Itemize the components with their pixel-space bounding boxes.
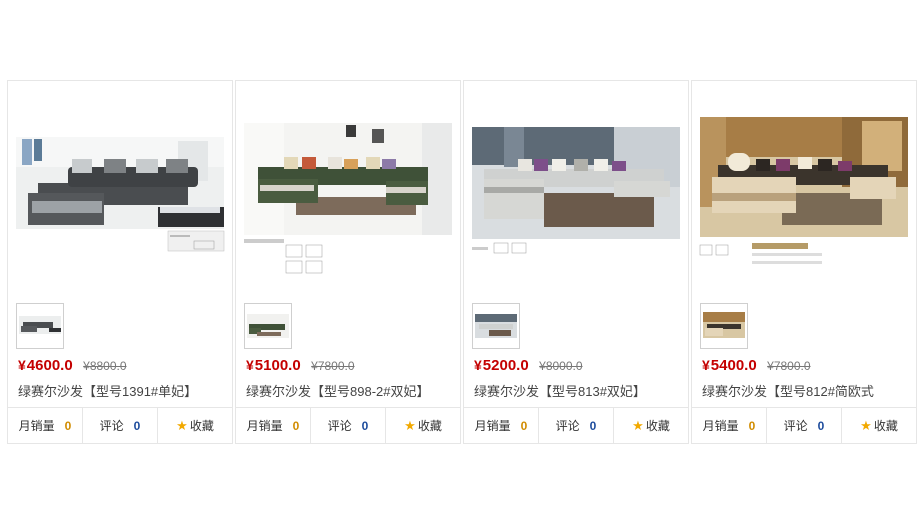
monthly-sales-count: 0 [292,418,300,433]
monthly-sales: 月销量 0 [692,408,767,443]
reviews[interactable]: 评论 0 [83,408,158,443]
monthly-sales: 月销量 0 [8,408,83,443]
favorite-button[interactable]: ★ 收藏 [842,408,916,443]
favorite-label: 收藏 [417,419,442,433]
reviews[interactable]: 评论 0 [311,408,386,443]
reviews-label: 评论 [327,419,352,433]
reviews-count: 0 [361,418,369,433]
favorite-label: 收藏 [645,419,670,433]
reviews[interactable]: 评论 0 [767,408,842,443]
product-image[interactable] [8,81,232,299]
card-footer: 月销量 0 评论 0 ★ 收藏 [8,407,232,443]
monthly-sales-label: 月销量 [246,419,283,433]
star-icon: ★ [632,417,644,433]
monthly-sales-count: 0 [748,418,756,433]
monthly-sales-count: 0 [520,418,528,433]
product-image[interactable] [236,81,460,299]
current-price: ¥5100.0 [246,357,301,374]
product-card[interactable]: ¥5100.0 ¥7800.0 绿赛尔沙发【型号898-2#双妃】 月销量 0 … [235,80,461,444]
product-image[interactable] [692,81,916,299]
product-thumbnail[interactable] [244,303,292,349]
current-price: ¥5200.0 [474,357,529,374]
product-image[interactable] [464,81,688,299]
product-title[interactable]: 绿赛尔沙发【型号812#简欧式 [702,381,874,400]
reviews[interactable]: 评论 0 [539,408,614,443]
product-title[interactable]: 绿赛尔沙发【型号898-2#双妃】 [246,381,429,400]
reviews-count: 0 [817,418,825,433]
original-price: ¥7800.0 [311,359,355,373]
current-price: ¥4600.0 [18,357,73,374]
card-footer: 月销量 0 评论 0 ★ 收藏 [692,407,916,443]
star-icon: ★ [404,417,416,433]
card-footer: 月销量 0 评论 0 ★ 收藏 [236,407,460,443]
monthly-sales-label: 月销量 [474,419,511,433]
monthly-sales-label: 月销量 [702,419,739,433]
reviews-count: 0 [589,418,597,433]
product-grid: ¥4600.0 ¥8800.0 绿赛尔沙发【型号1391#单妃】 月销量 0 评… [7,80,918,444]
reviews-count: 0 [133,418,141,433]
reviews-label: 评论 [783,419,808,433]
monthly-sales: 月销量 0 [464,408,539,443]
favorite-label: 收藏 [189,419,214,433]
reviews-label: 评论 [99,419,124,433]
star-icon: ★ [176,417,188,433]
monthly-sales: 月销量 0 [236,408,311,443]
price-row: ¥5100.0 ¥7800.0 [246,357,355,375]
favorite-button[interactable]: ★ 收藏 [614,408,688,443]
favorite-button[interactable]: ★ 收藏 [158,408,232,443]
product-thumbnail[interactable] [16,303,64,349]
favorite-button[interactable]: ★ 收藏 [386,408,460,443]
original-price: ¥7800.0 [767,359,811,373]
monthly-sales-label: 月销量 [18,419,55,433]
star-icon: ★ [860,417,872,433]
current-price: ¥5400.0 [702,357,757,374]
monthly-sales-count: 0 [64,418,72,433]
price-row: ¥5200.0 ¥8000.0 [474,357,583,375]
product-card[interactable]: ¥5400.0 ¥7800.0 绿赛尔沙发【型号812#简欧式 月销量 0 评论… [691,80,917,444]
product-card[interactable]: ¥4600.0 ¥8800.0 绿赛尔沙发【型号1391#单妃】 月销量 0 评… [7,80,233,444]
original-price: ¥8000.0 [539,359,583,373]
price-row: ¥5400.0 ¥7800.0 [702,357,811,375]
product-title[interactable]: 绿赛尔沙发【型号1391#单妃】 [18,381,197,400]
product-title[interactable]: 绿赛尔沙发【型号813#双妃】 [474,381,646,400]
favorite-label: 收藏 [873,419,898,433]
price-row: ¥4600.0 ¥8800.0 [18,357,127,375]
product-thumbnail[interactable] [700,303,748,349]
product-thumbnail[interactable] [472,303,520,349]
product-card[interactable]: ¥5200.0 ¥8000.0 绿赛尔沙发【型号813#双妃】 月销量 0 评论… [463,80,689,444]
original-price: ¥8800.0 [83,359,127,373]
reviews-label: 评论 [555,419,580,433]
card-footer: 月销量 0 评论 0 ★ 收藏 [464,407,688,443]
